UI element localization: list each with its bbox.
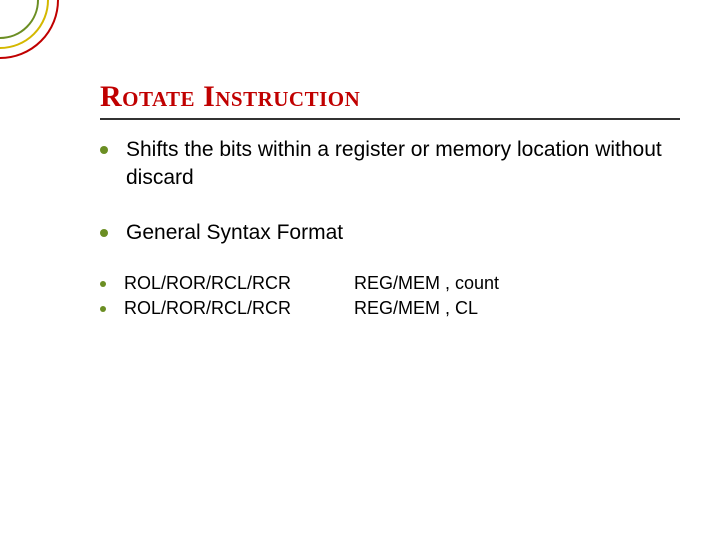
bullet-dot-icon <box>100 306 106 312</box>
bullet-dot-icon <box>100 281 106 287</box>
bullet-item: General Syntax Format <box>100 219 680 247</box>
bullet-dot-icon <box>100 146 108 154</box>
syntax-mnemonic: ROL/ROR/RCL/RCR <box>124 298 354 319</box>
bullet-dot-icon <box>100 229 108 237</box>
bullet-text: General Syntax Format <box>126 219 343 247</box>
syntax-operands: REG/MEM , CL <box>354 298 478 319</box>
bullet-item: Shifts the bits within a register or mem… <box>100 136 680 193</box>
syntax-mnemonic: ROL/ROR/RCL/RCR <box>124 273 354 294</box>
syntax-item: ROL/ROR/RCL/RCR REG/MEM , count <box>100 273 680 294</box>
corner-decoration <box>0 0 80 80</box>
bullet-text: Shifts the bits within a register or mem… <box>126 136 680 193</box>
syntax-operands: REG/MEM , count <box>354 273 499 294</box>
slide-content: Rotate Instruction Shifts the bits withi… <box>100 80 680 323</box>
syntax-item: ROL/ROR/RCL/RCR REG/MEM , CL <box>100 298 680 319</box>
slide-title: Rotate Instruction <box>100 80 680 120</box>
